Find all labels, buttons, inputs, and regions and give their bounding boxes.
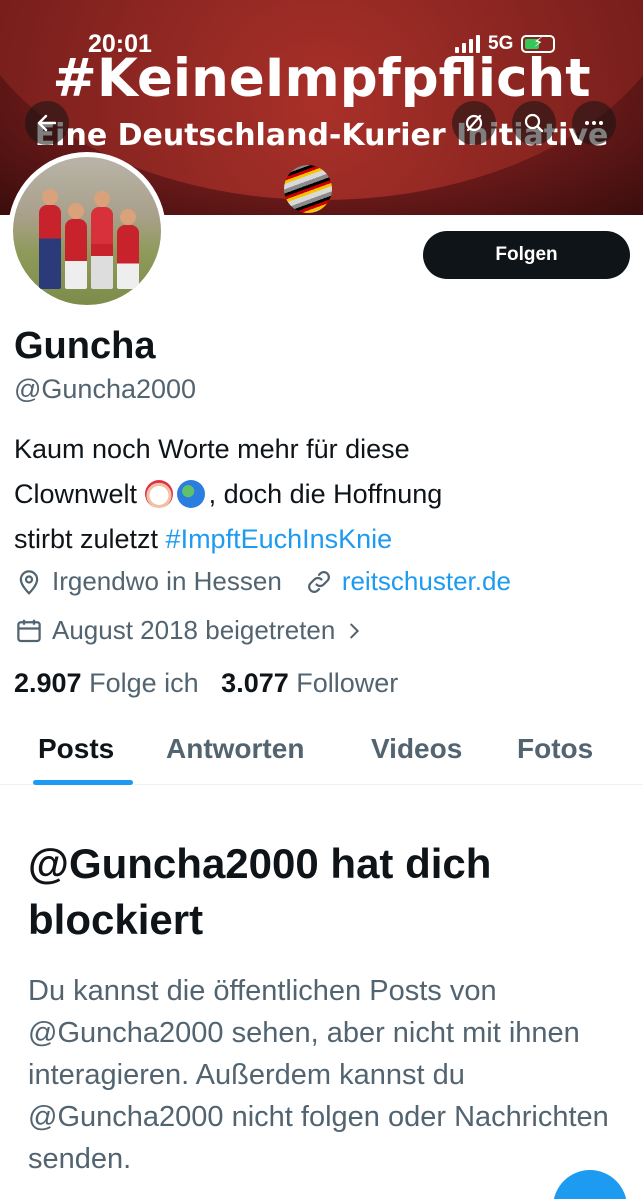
- search-icon: [524, 113, 544, 133]
- profile-tabs: Posts Antworten Videos Fotos: [0, 715, 643, 785]
- follow-button[interactable]: Folgen: [423, 231, 630, 279]
- back-button[interactable]: [25, 101, 69, 145]
- followers-link[interactable]: 3.077 Follower: [221, 668, 398, 698]
- bio-line: stirbt zuletzt #ImpftEuchInsKnie: [14, 517, 614, 562]
- tab-replies[interactable]: Antworten: [166, 733, 304, 765]
- signal-icon: [455, 35, 480, 53]
- followers-count: 3.077: [221, 668, 289, 698]
- tab-photos[interactable]: Fotos: [517, 733, 593, 765]
- banner-globe-logo: [284, 165, 332, 213]
- bio-text: , doch die Hoffnung: [208, 479, 443, 509]
- profile-name: Guncha: [14, 325, 156, 367]
- following-label: Folge ich: [89, 668, 199, 698]
- network-type: 5G: [488, 33, 514, 54]
- bio-hashtag-link[interactable]: #ImpftEuchInsKnie: [166, 524, 393, 554]
- blocked-title: @Guncha2000 hat dich blockiert: [28, 840, 492, 943]
- chevron-right-icon: [350, 623, 360, 638]
- profile-website-link[interactable]: reitschuster.de: [342, 566, 511, 597]
- profile-joined: August 2018 beigetreten: [52, 615, 336, 645]
- followers-label: Follower: [296, 668, 399, 698]
- status-indicators: 5G ⚡: [455, 33, 556, 55]
- avatar-photo: [13, 157, 161, 305]
- profile-counts: 2.907 Folge ich 3.077 Follower: [14, 668, 398, 699]
- more-button[interactable]: [572, 101, 616, 145]
- profile-location: Irgendwo in Hessen: [52, 566, 282, 596]
- profile-joined-row[interactable]: August 2018 beigetreten: [14, 615, 373, 646]
- bio-line: Clownwelt , doch die Hoffnung: [14, 472, 614, 517]
- location-pin-icon: [19, 569, 39, 595]
- battery-icon: ⚡: [521, 34, 556, 53]
- profile-bio: Kaum noch Worte mehr für diese Clownwelt…: [14, 427, 614, 562]
- slashed-circle-icon: [465, 114, 483, 132]
- following-count: 2.907: [14, 668, 82, 698]
- more-icon: [585, 121, 603, 125]
- link-icon: [307, 570, 330, 593]
- mute-button[interactable]: [452, 101, 496, 145]
- bio-text: stirbt zuletzt: [14, 524, 166, 554]
- following-link[interactable]: 2.907 Folge ich: [14, 668, 199, 698]
- globe-emoji-icon: [176, 480, 205, 508]
- back-arrow-icon: [37, 114, 57, 132]
- search-button[interactable]: [512, 101, 556, 145]
- profile-handle: @Guncha2000: [14, 374, 197, 404]
- active-tab-indicator: [33, 780, 133, 785]
- status-time: 20:01: [88, 30, 152, 58]
- blocked-message: Du kannst die öffentlichen Posts von @Gu…: [28, 975, 609, 1175]
- clown-emoji-icon: [144, 480, 173, 508]
- profile-location-row: Irgendwo in Hessen reitschuster.de: [14, 566, 511, 597]
- bio-text: Clownwelt: [14, 479, 138, 509]
- calendar-icon: [17, 619, 41, 642]
- tab-videos[interactable]: Videos: [371, 733, 462, 765]
- avatar[interactable]: [8, 152, 166, 310]
- tab-posts[interactable]: Posts: [38, 733, 114, 765]
- bio-line: Kaum noch Worte mehr für diese: [14, 434, 410, 464]
